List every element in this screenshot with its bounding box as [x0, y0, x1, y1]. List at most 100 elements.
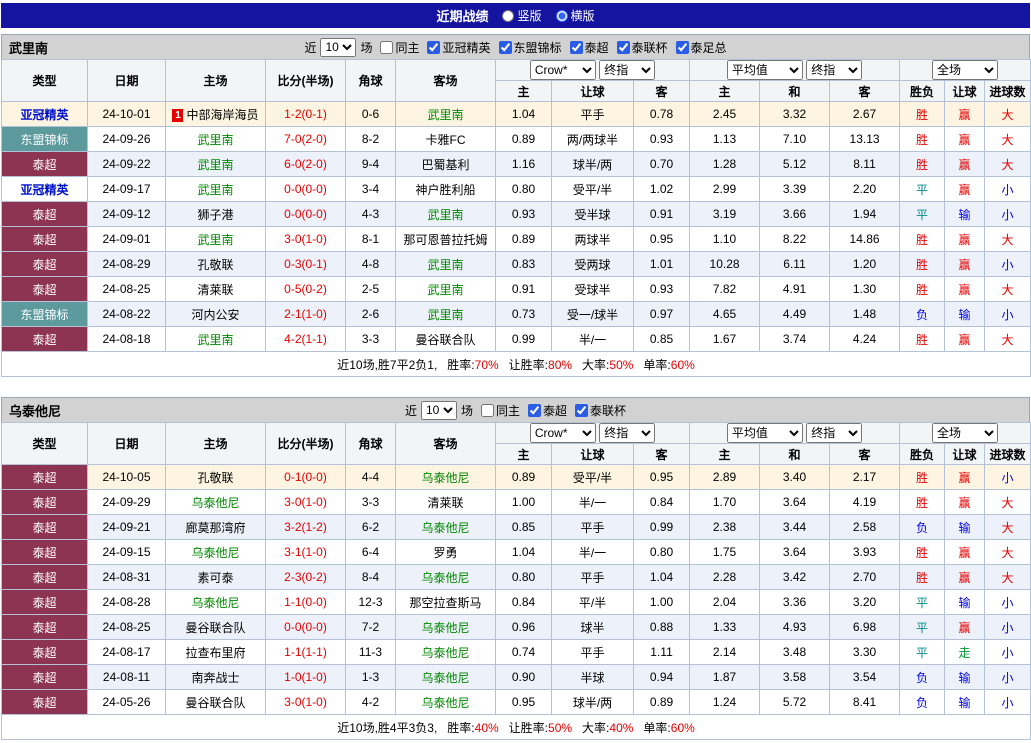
match-score[interactable]: 0-3(0-1): [265, 251, 346, 277]
away-team[interactable]: 曼谷联合队: [395, 326, 496, 352]
result-handicap: 赢: [944, 564, 986, 590]
home-team[interactable]: 武里南: [165, 126, 266, 152]
match-score[interactable]: 1-2(0-1): [265, 101, 346, 127]
home-team[interactable]: 武里南: [165, 151, 266, 177]
away-team[interactable]: 乌泰他尼: [395, 514, 496, 540]
home-team[interactable]: 乌泰他尼: [165, 589, 266, 615]
match-score[interactable]: 1-1(1-1): [265, 639, 346, 665]
league-filter-checkbox[interactable]: [498, 40, 512, 54]
vertical-layout-radio[interactable]: [502, 9, 515, 22]
home-team[interactable]: 素可泰: [165, 564, 266, 590]
away-team[interactable]: 乌泰他尼: [395, 639, 496, 665]
home-team[interactable]: 廊莫那湾府: [165, 514, 266, 540]
away-team[interactable]: 乌泰他尼: [395, 689, 496, 715]
match-score[interactable]: 2-3(0-2): [265, 564, 346, 590]
match-score[interactable]: 3-0(1-0): [265, 226, 346, 252]
home-team[interactable]: 乌泰他尼: [165, 539, 266, 565]
away-team[interactable]: 乌泰他尼: [395, 464, 496, 490]
away-team[interactable]: 武里南: [395, 101, 496, 127]
home-team[interactable]: 南奔战士: [165, 664, 266, 690]
match-score[interactable]: 7-0(2-0): [265, 126, 346, 152]
final-odds-select[interactable]: 终指: [599, 423, 656, 443]
home-team[interactable]: 武里南: [165, 326, 266, 352]
league-filter-checkbox[interactable]: [575, 403, 589, 417]
horizontal-layout-radio[interactable]: [555, 9, 568, 22]
same-home-checkbox[interactable]: [480, 403, 494, 417]
away-team[interactable]: 乌泰他尼: [395, 664, 496, 690]
avg-home: 4.65: [689, 301, 761, 327]
home-team[interactable]: 孔敬联: [165, 464, 266, 490]
home-team[interactable]: 孔敬联: [165, 251, 266, 277]
layout-option-horizontal[interactable]: 横版: [555, 7, 595, 24]
match-type: 泰超: [1, 226, 88, 252]
away-team[interactable]: 武里南: [395, 276, 496, 302]
result-wdl: 胜: [899, 464, 946, 490]
away-team[interactable]: 武里南: [395, 201, 496, 227]
scope-header: 全场: [899, 422, 1031, 444]
matches-count-select[interactable]: 10: [320, 37, 357, 57]
home-team[interactable]: 曼谷联合队: [165, 689, 266, 715]
match-score[interactable]: 0-0(0-0): [265, 614, 346, 640]
match-score[interactable]: 0-0(0-0): [265, 176, 346, 202]
away-team[interactable]: 武里南: [395, 301, 496, 327]
match-score[interactable]: 3-1(1-0): [265, 539, 346, 565]
away-team[interactable]: 罗勇: [395, 539, 496, 565]
home-team[interactable]: 乌泰他尼: [165, 489, 266, 515]
scope-select[interactable]: 全场: [932, 60, 999, 80]
away-team[interactable]: 那可恩普拉托姆: [395, 226, 496, 252]
home-team[interactable]: 河内公安: [165, 301, 266, 327]
home-team[interactable]: 武里南: [165, 226, 266, 252]
summary-stat-label: 胜率:: [447, 357, 475, 372]
final-odds-select-2[interactable]: 终指: [806, 423, 863, 443]
match-score[interactable]: 0-5(0-2): [265, 276, 346, 302]
match-score[interactable]: 3-0(1-0): [265, 489, 346, 515]
result-handicap: 赢: [944, 464, 986, 490]
result-wdl: 胜: [899, 326, 946, 352]
match-score[interactable]: 2-1(1-0): [265, 301, 346, 327]
same-home-checkbox[interactable]: [380, 40, 394, 54]
away-team[interactable]: 清莱联: [395, 489, 496, 515]
away-team[interactable]: 巴蜀基利: [395, 151, 496, 177]
bookmaker-select[interactable]: Crow*: [529, 423, 596, 443]
away-team[interactable]: 那空拉查斯马: [395, 589, 496, 615]
away-team[interactable]: 乌泰他尼: [395, 564, 496, 590]
match-score[interactable]: 1-0(1-0): [265, 664, 346, 690]
home-team[interactable]: 1 中部海岸海员: [165, 101, 266, 127]
match-score[interactable]: 6-0(2-0): [265, 151, 346, 177]
average-select[interactable]: 平均值: [726, 423, 803, 443]
away-team[interactable]: 神户胜利船: [395, 176, 496, 202]
home-team[interactable]: 武里南: [165, 176, 266, 202]
home-team[interactable]: 狮子港: [165, 201, 266, 227]
final-odds-select[interactable]: 终指: [599, 60, 656, 80]
layout-option-vertical[interactable]: 竖版: [502, 7, 542, 24]
league-filter-checkbox[interactable]: [675, 40, 689, 54]
away-team[interactable]: 乌泰他尼: [395, 614, 496, 640]
match-row: 泰超 24-08-17 拉查布里府 1-1(1-1) 11-3 乌泰他尼 0.74 平手 1.1…: [1, 639, 1031, 665]
avg-away: 2.58: [829, 514, 901, 540]
home-team[interactable]: 拉查布里府: [165, 639, 266, 665]
league-filter-checkbox[interactable]: [528, 403, 541, 417]
home-team[interactable]: 曼谷联合队: [165, 614, 266, 640]
league-filter-checkbox[interactable]: [616, 40, 630, 54]
away-team[interactable]: 卡雅FC: [395, 126, 496, 152]
match-score[interactable]: 0-0(0-0): [265, 201, 346, 227]
league-filter-checkbox[interactable]: [569, 40, 583, 54]
match-score[interactable]: 3-0(1-0): [265, 689, 346, 715]
home-team[interactable]: 清莱联: [165, 276, 266, 302]
match-score[interactable]: 0-1(0-0): [265, 464, 346, 490]
bookmaker-select[interactable]: Crow*: [529, 60, 596, 80]
matches-count-select[interactable]: 10: [420, 400, 457, 420]
final-odds-select-2[interactable]: 终指: [806, 60, 863, 80]
odds-away: 0.85: [632, 326, 691, 352]
match-corners: 3-3: [345, 489, 396, 515]
odds-home: 0.89: [495, 226, 552, 252]
league-filter-checkbox[interactable]: [427, 40, 441, 54]
match-score[interactable]: 4-2(1-1): [265, 326, 346, 352]
scope-select[interactable]: 全场: [932, 423, 999, 443]
average-select[interactable]: 平均值: [726, 60, 803, 80]
match-score[interactable]: 3-2(1-2): [265, 514, 346, 540]
result-goals: 大: [984, 539, 1031, 565]
match-score[interactable]: 1-1(0-0): [265, 589, 346, 615]
avg-home: 2.14: [689, 639, 761, 665]
away-team[interactable]: 武里南: [395, 251, 496, 277]
